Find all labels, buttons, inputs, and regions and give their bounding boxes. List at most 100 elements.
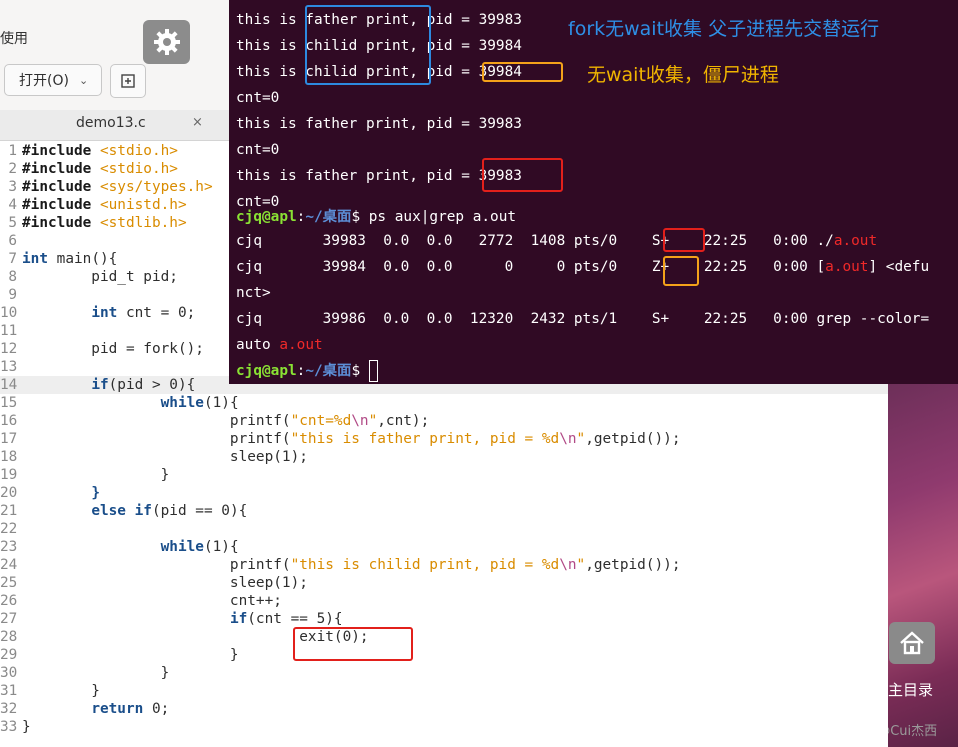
settings-launcher[interactable] — [143, 20, 190, 64]
open-button[interactable]: 打开(O) ⌄ — [4, 64, 102, 96]
code-line[interactable]: 17 printf("this is father print, pid = %… — [0, 430, 888, 448]
command-line: cjq@apl:~/桌面$ ps aux|grep a.out — [236, 209, 517, 225]
code-line[interactable]: 15 while(1){ — [0, 394, 888, 412]
line-number: 29 — [0, 647, 18, 663]
code-text: #include <stdio.h> — [22, 143, 178, 159]
code-text: while(1){ — [160, 395, 239, 411]
line-number: 19 — [0, 467, 18, 483]
line-number: 8 — [8, 269, 17, 285]
prompt-line: cjq@apl:~/桌面$ — [236, 358, 378, 384]
line-number: 27 — [0, 611, 18, 627]
code-text: } — [22, 647, 239, 663]
tab-bar: demo13.c × — [0, 110, 232, 141]
tab-demo13[interactable]: demo13.c × — [0, 110, 220, 140]
code-text: pid = fork(); — [22, 341, 204, 357]
annotation-yellow: 无wait收集，僵尸进程 — [587, 64, 779, 86]
new-document-button[interactable] — [110, 64, 146, 98]
code-line[interactable]: 18 sleep(1); — [0, 448, 888, 466]
line-number: 17 — [0, 431, 18, 447]
close-icon[interactable]: × — [192, 115, 203, 130]
code-text: #include <unistd.h> — [22, 197, 187, 213]
code-line[interactable]: 20 } — [0, 484, 888, 502]
code-text: else if(pid == 0){ — [91, 503, 248, 519]
line-number: 30 — [0, 665, 18, 681]
line-number: 21 — [0, 503, 18, 519]
code-text: } — [22, 719, 31, 735]
code-text: #include <sys/types.h> — [22, 179, 213, 195]
exit-highlight-box — [293, 627, 413, 661]
code-text: if(pid > 0){ — [91, 377, 196, 393]
line-number: 6 — [8, 233, 17, 249]
terminal-output-line: cnt=0 — [236, 142, 280, 158]
code-text: printf("this is father print, pid = %d\n… — [22, 431, 681, 447]
code-line[interactable]: 29 } — [0, 646, 888, 664]
code-line[interactable]: 32 return 0; — [0, 700, 888, 718]
orange-highlight-box — [482, 62, 563, 82]
line-number: 13 — [0, 359, 18, 375]
orange-stat-box — [663, 256, 699, 286]
blue-highlight-box — [305, 5, 431, 85]
code-text: printf("this is chilid print, pid = %d\n… — [22, 557, 681, 573]
red-stat-box — [663, 228, 705, 252]
line-number: 5 — [8, 215, 17, 231]
code-text: return 0; — [91, 701, 170, 717]
code-text: } — [91, 485, 100, 501]
line-number: 18 — [0, 449, 18, 465]
terminal-output-line: this is father print, pid = 39983 — [236, 168, 522, 184]
code-line[interactable]: 30 } — [0, 664, 888, 682]
code-text: pid_t pid; — [22, 269, 178, 285]
line-number: 31 — [0, 683, 18, 699]
line-number: 25 — [0, 575, 18, 591]
line-number: 4 — [8, 197, 17, 213]
new-document-icon — [121, 74, 135, 88]
terminal-window[interactable]: this is father print, pid = 39983 this is… — [229, 0, 958, 384]
code-line[interactable]: 28 exit(0); — [0, 628, 888, 646]
line-number: 2 — [8, 161, 17, 177]
line-number: 1 — [8, 143, 17, 159]
code-line[interactable]: 31 } — [0, 682, 888, 700]
line-number: 33 — [0, 719, 18, 735]
home-folder-label[interactable]: 主目录 — [888, 679, 933, 700]
code-line[interactable]: 16 printf("cnt=%d\n",cnt); — [0, 412, 888, 430]
home-folder-shortcut[interactable] — [889, 622, 935, 664]
code-text: #include <stdlib.h> — [22, 215, 187, 231]
code-line[interactable]: 19 } — [0, 466, 888, 484]
cursor — [368, 360, 378, 382]
code-line[interactable]: 23 while(1){ — [0, 538, 888, 556]
code-line[interactable]: 27 if(cnt == 5){ — [0, 610, 888, 628]
terminal-output-line: this is father print, pid = 39983 — [236, 116, 522, 132]
code-text: int main(){ — [22, 251, 118, 267]
code-text: } — [22, 683, 100, 699]
line-number: 22 — [0, 521, 18, 537]
code-text: #include <stdio.h> — [22, 161, 178, 177]
home-icon — [900, 631, 924, 655]
code-line[interactable]: 25 sleep(1); — [0, 574, 888, 592]
ps-row: cjq 39984 0.0 0.0 0 0 pts/0 Z+ 22:25 0:0… — [236, 259, 930, 275]
chevron-down-icon: ⌄ — [78, 73, 89, 87]
partial-label: 使用 — [0, 31, 28, 47]
line-number: 10 — [0, 305, 18, 321]
line-number: 3 — [8, 179, 17, 195]
code-line[interactable]: 33} — [0, 718, 888, 736]
code-line[interactable]: 21 else if(pid == 0){ — [0, 502, 888, 520]
line-number: 28 — [0, 629, 18, 645]
wrapped-line: nct> — [236, 285, 271, 301]
code-line[interactable]: 26 cnt++; — [0, 592, 888, 610]
code-text: int cnt = 0; — [91, 305, 196, 321]
code-text: } — [22, 467, 170, 483]
line-number: 15 — [0, 395, 18, 411]
code-line[interactable]: 22 — [0, 520, 888, 538]
code-text: sleep(1); — [22, 575, 308, 591]
line-number: 23 — [0, 539, 18, 555]
code-line[interactable]: 24 printf("this is chilid print, pid = %… — [0, 556, 888, 574]
terminal-output-line: cnt=0 — [236, 90, 280, 106]
wrapped-line: auto a.out — [236, 337, 323, 353]
code-text: } — [22, 665, 170, 681]
line-number: 26 — [0, 593, 18, 609]
code-text: while(1){ — [160, 539, 239, 555]
tab-title: demo13.c — [76, 115, 146, 131]
code-text: cnt++; — [22, 593, 282, 609]
editor-headerbar: 使用 打开(O) ⌄ — [0, 0, 232, 111]
code-text: printf("cnt=%d\n",cnt); — [22, 413, 430, 429]
red-highlight-box — [482, 158, 563, 192]
